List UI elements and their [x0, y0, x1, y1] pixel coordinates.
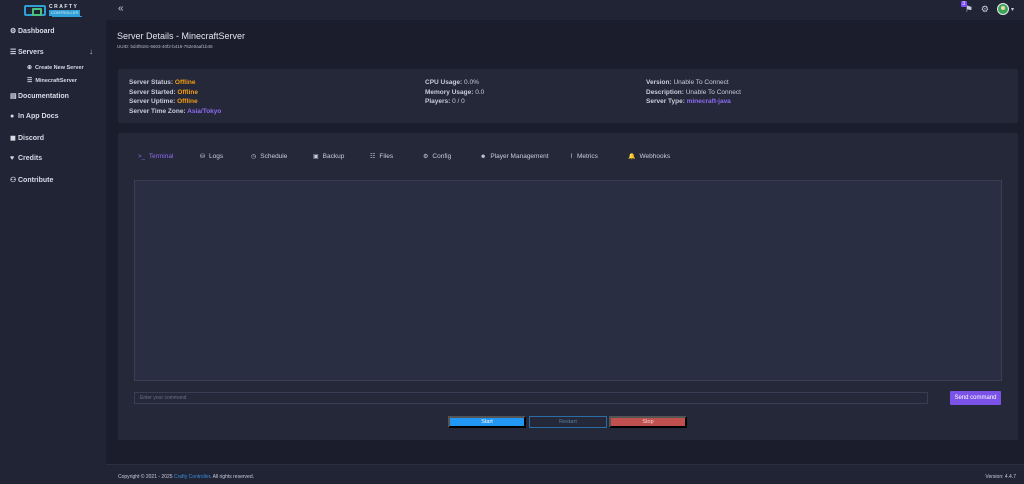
- tab-logs[interactable]: ⛁ Logs: [200, 153, 223, 160]
- tab-metrics[interactable]: ⌇ Metrics: [570, 153, 598, 160]
- tab-files[interactable]: ☷ Files: [370, 153, 393, 160]
- info-icon: ●: [10, 113, 15, 120]
- tab-label: Terminal: [148, 153, 174, 160]
- version-value: Unable To Connect: [673, 79, 729, 86]
- sidebar-item-documentation[interactable]: ▤ Documentation: [10, 92, 69, 101]
- sidebar-item-label: Contribute: [18, 176, 54, 184]
- sidebar-item-label: In App Docs: [18, 113, 59, 120]
- players: Players: 0 / 0: [425, 98, 465, 105]
- logo-icon: [24, 4, 46, 16]
- page-title: Server Details - MinecraftServer: [117, 31, 246, 41]
- app-version: Version: 4.4.7: [985, 474, 1016, 480]
- tab-player-management[interactable]: ☻ Player Management: [480, 153, 549, 160]
- sidebar-item-label: Servers: [18, 48, 44, 56]
- start-button[interactable]: Start: [448, 416, 526, 428]
- top-bar: « ⚑ 3 ⚙ ▾: [106, 0, 1024, 20]
- sidebar: CRAFTY CONTROLLER ⚙ Dashboard ☰ Servers …: [0, 0, 106, 484]
- tab-schedule[interactable]: ◷ Schedule: [251, 153, 287, 160]
- discord-icon: ◼: [10, 135, 16, 142]
- sidebar-item-label: MinecraftServer: [35, 77, 77, 84]
- description-value: Unable To Connect: [685, 89, 741, 96]
- tab-label: Files: [379, 153, 394, 160]
- dashboard-icon: ⚙: [10, 28, 17, 35]
- tab-label: Config: [432, 153, 452, 160]
- sidebar-item-label: Discord: [18, 134, 45, 142]
- uptime-value: Offline: [177, 98, 198, 105]
- send-command-button[interactable]: Send command: [950, 391, 1001, 405]
- tab-terminal[interactable]: >_ Terminal: [138, 153, 173, 160]
- avatar[interactable]: [996, 3, 1009, 15]
- sidebar-item-label: Dashboard: [18, 27, 55, 35]
- terminal-icon: >_: [138, 153, 145, 160]
- collapse-sidebar-icon[interactable]: «: [118, 3, 124, 14]
- restart-button[interactable]: Restart: [529, 416, 607, 428]
- command-input[interactable]: [134, 392, 928, 404]
- logs-icon: ⛁: [200, 154, 206, 160]
- sidebar-item-minecraftserver[interactable]: ☰ MinecraftServer: [27, 77, 77, 85]
- sidebar-item-servers[interactable]: ☰ Servers: [10, 48, 44, 57]
- server-type: Server Type: minecraft-java: [646, 98, 731, 105]
- tab-config[interactable]: ⚙ Config: [423, 153, 451, 160]
- notification-badge: 3: [960, 0, 967, 7]
- server-time-zone: Server Time Zone: Asia/Tokyo: [129, 108, 222, 115]
- settings-gear-icon[interactable]: ⚙: [981, 4, 989, 15]
- announcements-icon[interactable]: ⚑ 3: [960, 0, 973, 15]
- started-value: Offline: [177, 89, 199, 96]
- status-value: Offline: [174, 79, 196, 86]
- config-icon: ⚙: [423, 154, 429, 160]
- sidebar-item-in-app-docs[interactable]: ● In App Docs: [10, 113, 59, 120]
- cpu-value: 0.0%: [464, 79, 479, 86]
- server-status: Server Status: Offline: [129, 79, 196, 86]
- server-info-card: [118, 69, 1018, 123]
- users-icon: ☻: [480, 153, 487, 160]
- sidebar-item-label: Credits: [18, 155, 43, 162]
- tab-label: Player Management: [490, 153, 549, 160]
- timezone-value: Asia/Tokyo: [187, 108, 222, 115]
- sidebar-item-label: Create New Server: [35, 64, 84, 71]
- backup-icon: ▣: [313, 154, 319, 160]
- logo-underline: [52, 16, 82, 17]
- tab-label: Metrics: [576, 153, 598, 160]
- metrics-icon: ⌇: [570, 154, 573, 160]
- heart-icon: ♥: [10, 155, 15, 162]
- sidebar-item-dashboard[interactable]: ⚙ Dashboard: [10, 27, 55, 36]
- server-icon: ☰: [27, 78, 33, 84]
- tab-webhooks[interactable]: 🔔 Webhooks: [628, 153, 670, 160]
- tab-label: Logs: [209, 153, 224, 160]
- sidebar-item-contribute[interactable]: ⚇ Contribute: [10, 176, 54, 185]
- servers-icon: ☰: [10, 49, 17, 56]
- plus-circle-icon: ⊕: [27, 65, 33, 71]
- crafty-logo[interactable]: CRAFTY CONTROLLER: [0, 0, 106, 20]
- cpu-usage: CPU Usage: 0.0%: [425, 79, 479, 86]
- bell-icon: 🔔: [628, 154, 636, 160]
- sidebar-item-create-new-server[interactable]: ⊕ Create New Server: [27, 64, 84, 72]
- documentation-icon: ▤: [10, 93, 17, 100]
- chevron-down-icon[interactable]: ▾: [1011, 6, 1014, 13]
- copyright: Copyright © 2021 - 2025 Crafty Controlle…: [118, 474, 254, 480]
- server-started: Server Started: Offline: [129, 89, 199, 96]
- sidebar-item-credits[interactable]: ♥ Credits: [10, 155, 42, 162]
- stop-button[interactable]: Stop: [609, 416, 687, 428]
- description-info: Description: Unable To Connect: [646, 89, 741, 96]
- sidebar-item-discord[interactable]: ◼ Discord: [10, 134, 45, 143]
- contribute-icon: ⚇: [10, 177, 17, 184]
- version-info: Version: Unable To Connect: [646, 79, 729, 86]
- files-icon: ☷: [370, 154, 376, 160]
- crafty-controller-link[interactable]: Crafty Controller: [174, 474, 210, 480]
- footer: Copyright © 2021 - 2025 Crafty Controlle…: [106, 464, 1024, 484]
- server-uptime: Server Uptime: Offline: [129, 98, 198, 105]
- memory-value: 0.0: [475, 89, 485, 96]
- tab-label: Webhooks: [639, 153, 671, 160]
- sidebar-item-label: Documentation: [18, 92, 69, 100]
- players-value: 0 / 0: [452, 98, 465, 105]
- arrow-down-icon[interactable]: ↓: [89, 47, 93, 56]
- server-uuid: UUID: bd4f918c-6603-40f2-b415-752e0aaf1b…: [117, 44, 213, 49]
- tab-label: Backup: [322, 153, 345, 160]
- type-value: minecraft-java: [686, 98, 731, 105]
- tab-backup[interactable]: ▣ Backup: [313, 153, 344, 160]
- memory-usage: Memory Usage: 0.0: [425, 89, 485, 96]
- terminal-output[interactable]: [134, 180, 1002, 381]
- clock-icon: ◷: [251, 154, 257, 160]
- tab-label: Schedule: [260, 153, 288, 160]
